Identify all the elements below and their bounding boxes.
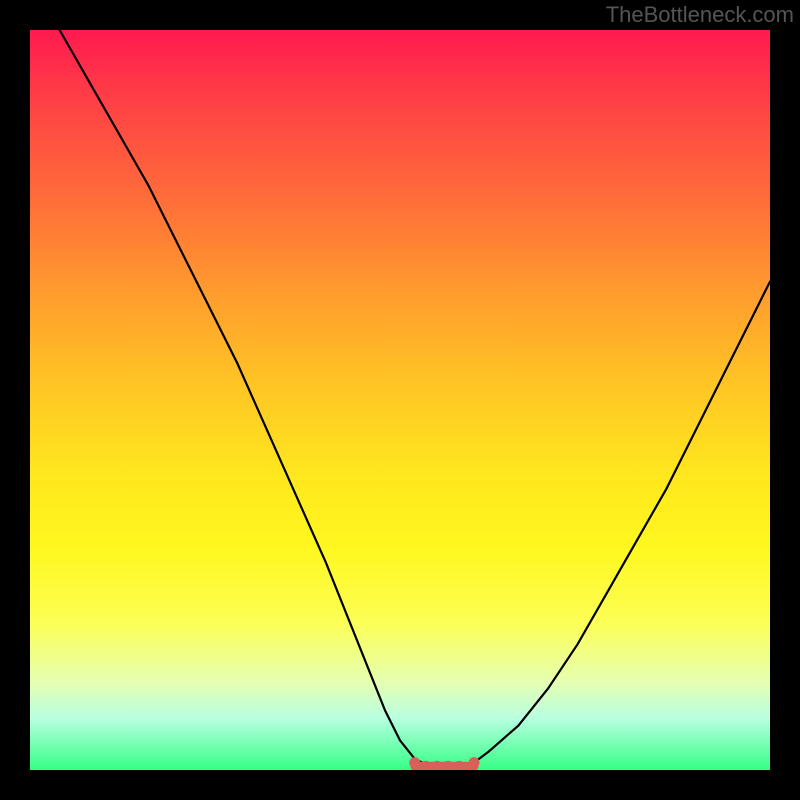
marker-dot	[409, 757, 420, 768]
plot-area	[30, 30, 770, 770]
watermark-text: TheBottleneck.com	[606, 0, 794, 30]
bottleneck-curve	[30, 30, 770, 766]
marker-dot	[469, 757, 480, 768]
chart-frame: TheBottleneck.com	[0, 0, 800, 800]
curve-layer	[30, 30, 770, 770]
